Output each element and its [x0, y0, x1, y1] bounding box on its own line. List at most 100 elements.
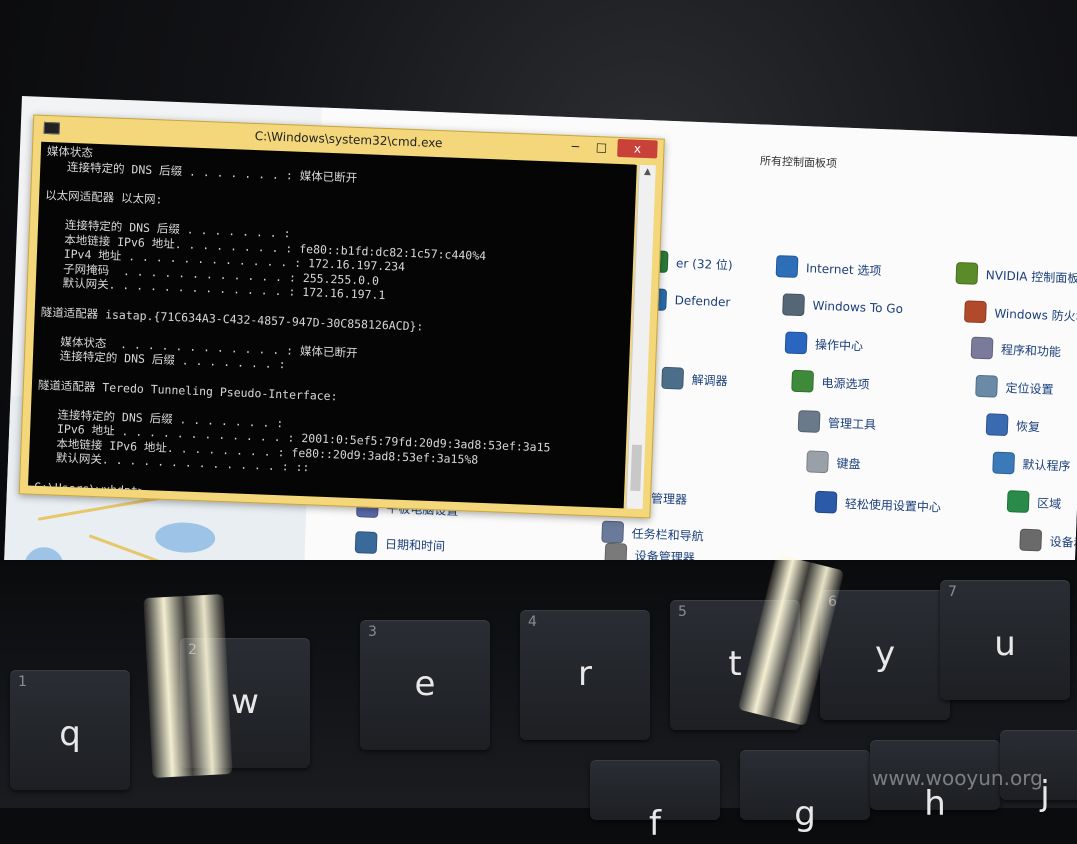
control-panel-item-label: 设备和 [1049, 534, 1077, 550]
key-letter-label: u [994, 624, 1016, 664]
key-letter-label: e [414, 664, 436, 704]
control-panel-item[interactable]: 区域 [1006, 490, 1062, 514]
region-icon [1006, 490, 1030, 513]
scroll-thumb[interactable] [630, 444, 643, 492]
control-panel-item[interactable]: 定位设置 [975, 374, 1054, 400]
cmd-console[interactable]: 媒体状态 连接特定的 DNS 后缀 . . . . . . . : 媒体已断开 … [28, 141, 637, 509]
control-panel-item-label: Defender [674, 293, 731, 310]
key-number-label: 1 [18, 674, 27, 690]
control-panel-item[interactable]: 管理工具 [797, 410, 877, 435]
control-panel-item-label: 程序和功能 [1000, 342, 1062, 359]
screen: 所有控制面板项 er (32 位) Internet 选项 NVIDIA 控制面板 D… [2, 96, 1077, 637]
control-panel-item-label: Internet 选项 [805, 260, 882, 278]
console-output: 媒体状态 连接特定的 DNS 后缀 . . . . . . . : 媒体已断开 … [28, 142, 637, 508]
key-number-label: 7 [948, 584, 957, 600]
devices-icon [1019, 528, 1043, 552]
scroll-up-arrow-icon[interactable]: ▲ [639, 165, 656, 180]
control-panel-item-label: 恢复 [1015, 418, 1041, 434]
close-button[interactable]: x [617, 138, 658, 159]
minimize-button[interactable]: − [563, 137, 588, 156]
control-panel-item-label: 默认程序 [1022, 457, 1071, 474]
console-line: 隧道适配器 isatap.{71C634A3-C432-4857-947D-30… [40, 304, 424, 334]
control-panel-title: 所有控制面板项 [759, 154, 838, 171]
control-panel-item[interactable]: Windows 防火墙 [964, 300, 1077, 327]
control-panel-item-label: 操作中心 [814, 337, 864, 353]
control-panel-item-label: 电源选项 [821, 375, 870, 392]
key-u[interactable]: 7u [940, 580, 1070, 700]
key-letter-label: g [794, 794, 816, 834]
console-line: 以太网适配器 以太网: [44, 187, 163, 207]
flag-icon [784, 331, 808, 355]
control-panel-item[interactable]: 轻松使用设置中心 [814, 490, 942, 518]
watermark: www.wooyun.org [872, 766, 1043, 790]
control-panel-item-label: 任务栏和导航 [631, 526, 704, 543]
control-panel-item[interactable]: 恢复 [985, 413, 1041, 437]
control-panel-item-label: Windows 防火墙 [994, 305, 1077, 324]
default-programs-icon [992, 451, 1016, 475]
console-line: C:\Users\wxhdpt>_ [33, 479, 152, 498]
key-y[interactable]: 6y [820, 590, 950, 720]
control-panel-item[interactable]: 日期和时间 [354, 531, 446, 556]
maximize-button[interactable]: □ [589, 138, 614, 157]
console-line: 媒体状态 [46, 144, 94, 160]
power-icon [791, 369, 815, 393]
firewall-icon [964, 300, 987, 324]
map-lake [154, 521, 216, 554]
control-panel-item-label: 键盘 [836, 456, 861, 471]
key-number-label: 3 [368, 624, 377, 640]
globe-icon [775, 255, 799, 278]
key-letter-label: q [59, 714, 81, 754]
control-panel-item-label: 日期和时间 [384, 536, 446, 554]
control-panel-item[interactable]: 解调器 [661, 366, 728, 392]
key-f[interactable]: f [590, 760, 720, 844]
key-q[interactable]: 1q [10, 670, 130, 790]
location-icon [975, 374, 998, 398]
control-panel-item-label: Windows To Go [812, 298, 904, 316]
key-number-label: 4 [528, 614, 537, 630]
programs-icon [970, 336, 994, 360]
control-panel-item[interactable]: 程序和功能 [970, 336, 1062, 362]
control-panel-item[interactable]: 键盘 [806, 450, 861, 474]
control-panel-item[interactable]: 电源选项 [791, 369, 870, 395]
control-panel-item-label: 管理工具 [827, 415, 877, 432]
key-letter-label: f [649, 804, 661, 844]
key-letter-label: h [924, 784, 946, 824]
control-panel-item-label: er (32 位) [675, 255, 733, 272]
control-panel-item[interactable]: Internet 选项 [775, 255, 882, 281]
admin-tools-icon [797, 410, 821, 433]
control-panel-item[interactable]: NVIDIA 控制面板 [955, 261, 1077, 289]
taskbar-icon [601, 520, 625, 544]
control-panel-item[interactable]: Windows To Go [782, 293, 903, 320]
control-panel-item-label: 区域 [1036, 495, 1062, 511]
cmd-window[interactable]: C:\Windows\system32\cmd.exe − □ x 媒体状态 连… [18, 114, 665, 519]
key-letter-label: y [874, 634, 896, 674]
modem-icon [661, 366, 685, 390]
control-panel-item-label: NVIDIA 控制面板 [985, 267, 1077, 286]
key-r[interactable]: 4r [520, 610, 650, 740]
control-panel-item-label: 定位设置 [1005, 380, 1054, 397]
light-reflection [143, 594, 233, 778]
key-letter-label: r [578, 654, 592, 694]
keyboard-icon [806, 450, 829, 474]
key-e[interactable]: 3e [360, 620, 490, 750]
control-panel-item[interactable]: 设备和 [1019, 528, 1077, 554]
control-panel-item-label: 解调器 [691, 372, 728, 388]
recovery-icon [985, 413, 1009, 437]
key-number-label: 5 [678, 604, 687, 620]
control-panel-item[interactable]: 默认程序 [992, 451, 1071, 477]
ease-of-access-icon [814, 490, 838, 514]
key-g[interactable]: g [740, 750, 870, 834]
nvidia-icon [955, 261, 979, 285]
console-line: 连接特定的 DNS 后缀 . . . . . . . : 媒体已断开 [46, 158, 358, 185]
usb-drive-icon [782, 293, 805, 317]
control-panel-item-label: 轻松使用设置中心 [844, 496, 942, 515]
control-panel-item[interactable]: 操作中心 [784, 331, 864, 356]
console-line: 隧道适配器 Teredo Tunneling Pseudo-Interface: [37, 377, 338, 403]
